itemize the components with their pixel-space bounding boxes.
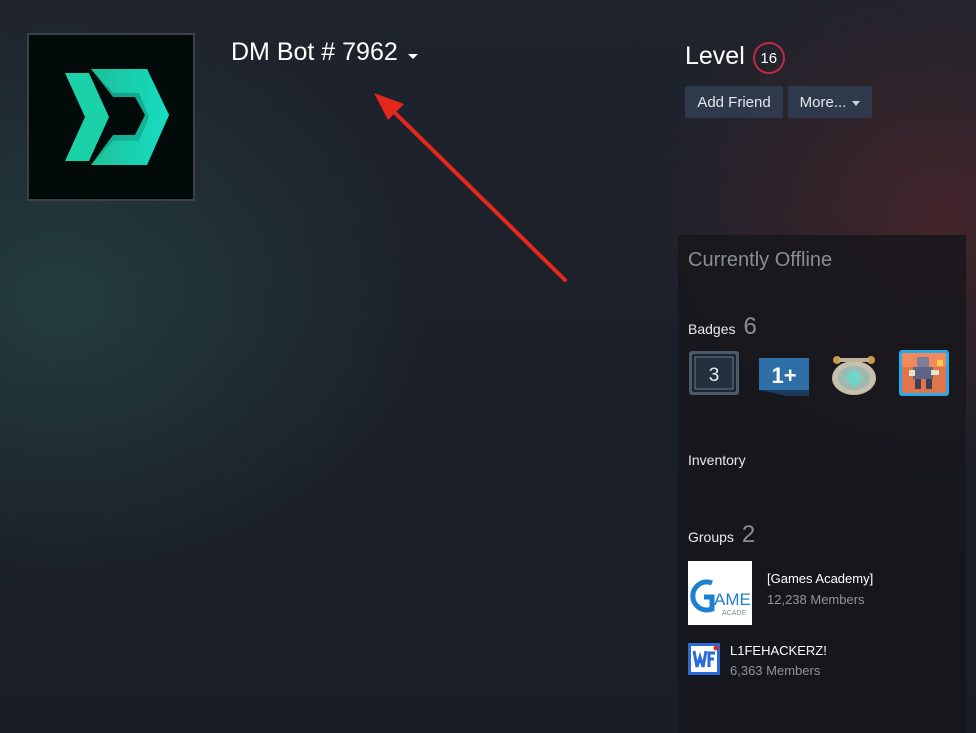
badge-pixel-character-icon[interactable]: [897, 348, 951, 398]
lifehackerz-logo-icon: [688, 643, 720, 675]
group-item[interactable]: AME ACADE [Games Academy] 12,238 Members: [688, 561, 873, 625]
group-name: [Games Academy]: [767, 571, 874, 586]
level-badge[interactable]: 16: [752, 42, 785, 74]
badges-link[interactable]: Badges 6: [688, 313, 757, 341]
more-button[interactable]: More...: [788, 86, 872, 118]
group-member-count: 12,238 Members: [767, 592, 865, 607]
svg-text:ACADE: ACADE: [722, 610, 746, 617]
persona-name: DM Bot # 7962: [231, 38, 398, 66]
group-name: L1FEHACKERZ!: [730, 643, 827, 658]
group-item[interactable]: L1FEHACKERZ! 6,363 Members: [688, 643, 827, 678]
persona-name-dropdown[interactable]: DM Bot # 7962: [231, 38, 418, 67]
profile-avatar: [27, 33, 195, 201]
games-academy-logo-icon: AME ACADE: [688, 561, 752, 625]
badges-label: Badges: [688, 321, 736, 337]
online-status: Currently Offline: [688, 249, 833, 271]
group-member-count: 6,363 Members: [730, 663, 821, 678]
badge-crest-icon[interactable]: [827, 348, 881, 398]
badges-count: 6: [743, 313, 757, 340]
groups-count: 2: [741, 521, 756, 548]
badge-1plus-icon[interactable]: 1+: [757, 348, 811, 398]
level-label: Level: [685, 42, 745, 70]
groups-link[interactable]: Groups 2: [688, 521, 755, 549]
groups-label: Groups: [688, 529, 734, 545]
inventory-link[interactable]: Inventory: [688, 452, 746, 468]
svg-text:1+: 1+: [771, 363, 796, 388]
dmarket-logo-icon: [65, 69, 169, 165]
badge-years-3-icon[interactable]: 3: [687, 348, 741, 398]
inventory-label: Inventory: [688, 452, 746, 468]
chevron-down-icon: [407, 54, 418, 59]
svg-text:3: 3: [709, 365, 720, 386]
svg-text:AME: AME: [714, 590, 751, 609]
add-friend-button[interactable]: Add Friend: [685, 86, 783, 118]
chevron-down-icon: [852, 100, 861, 106]
profile-level: Level 16: [685, 39, 785, 74]
profile-sidebar: Currently Offline Badges 6 3 1+ Inventor…: [678, 235, 966, 733]
more-button-label: More...: [799, 93, 847, 111]
